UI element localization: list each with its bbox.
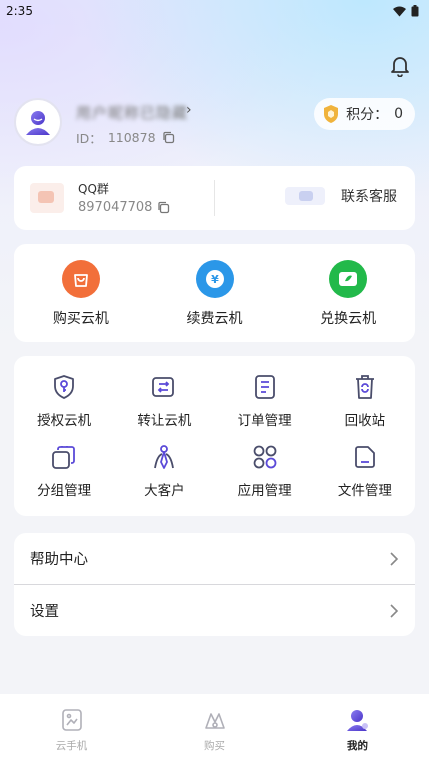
tab-purchase-label: 购买 [204, 740, 225, 752]
order-management-button[interactable]: 订单管理 [215, 366, 315, 436]
apps-grid-icon [251, 443, 279, 471]
user-id-row: ID： 110878 [76, 128, 175, 147]
points-badge[interactable]: 积分： 0 [314, 98, 415, 130]
renew-cloud-phone-label: 续费云机 [186, 311, 243, 327]
help-center-label: 帮助中心 [30, 552, 88, 568]
group-management-button[interactable]: 分组管理 [14, 436, 114, 506]
wifi-icon [393, 6, 406, 16]
avatar[interactable] [14, 98, 62, 146]
qq-group-icon [30, 182, 64, 213]
battery-icon [411, 5, 419, 17]
shopping-bag-icon [61, 260, 100, 298]
tab-cloud-phone-label: 云手机 [55, 740, 88, 752]
order-list-icon [251, 373, 279, 401]
file-management-button[interactable]: 文件管理 [315, 436, 415, 506]
points-value: 0 [394, 106, 403, 122]
exchange-cloud-phone-label: 兑换云机 [320, 311, 377, 327]
status-time: 2:35 [6, 4, 33, 18]
app-management-button[interactable]: 应用管理 [215, 436, 315, 506]
settings-row[interactable]: 设置 [14, 585, 415, 636]
chevron-right-icon [390, 603, 399, 618]
tab-profile-label: 我的 [347, 740, 368, 752]
contact-divider [214, 180, 215, 216]
buy-cloud-phone-button[interactable]: 购买云机 [14, 244, 148, 342]
tools-card: 授权云机 转让云机 订单管理 回收站 分组管理 大客户 应用管理 文件管理 [14, 356, 415, 516]
group-stack-icon [50, 443, 78, 471]
customer-service-button[interactable]: 联系客服 [285, 186, 397, 206]
settings-label: 设置 [30, 604, 59, 620]
notification-bell-icon[interactable] [388, 54, 412, 78]
points-label: 积分： [346, 107, 389, 123]
svg-text:¥: ¥ [211, 273, 219, 286]
cloud-phone-icon [61, 709, 82, 731]
order-management-label: 订单管理 [237, 413, 292, 429]
renew-cloud-phone-button[interactable]: ¥ 续费云机 [148, 244, 282, 342]
group-management-label: 分组管理 [37, 483, 92, 499]
exchange-ticket-icon [329, 260, 368, 298]
tab-purchase[interactable]: 购买 [143, 694, 286, 764]
buy-cloud-phone-label: 购买云机 [52, 311, 109, 327]
file-management-label: 文件管理 [337, 483, 392, 499]
avatar-icon [26, 111, 50, 135]
recycle-bin-label: 回收站 [344, 413, 386, 429]
authorize-label: 授权云机 [37, 413, 92, 429]
transfer-label: 转让云机 [137, 413, 192, 429]
copy-id-icon[interactable] [162, 131, 175, 144]
status-bar: 2:35 [0, 0, 429, 22]
user-id-value: 110878 [107, 130, 156, 145]
purchase-icon [204, 713, 225, 729]
qq-group-title: QQ群 [78, 182, 109, 196]
points-shield-icon [324, 105, 339, 123]
vip-customer-label: 大客户 [144, 483, 185, 499]
recycle-bin-icon [351, 373, 379, 401]
bottom-tab-bar: 云手机 购买 我的 [0, 694, 429, 764]
user-id-label: ID： [76, 131, 102, 146]
copy-qq-icon[interactable] [157, 201, 170, 214]
contact-card: QQ群 897047708 联系客服 [14, 166, 415, 230]
file-icon [351, 443, 379, 471]
tab-profile[interactable]: 我的 [286, 694, 429, 764]
username[interactable]: 用户昵称已隐藏 [76, 102, 188, 123]
menu-card: 帮助中心 设置 [14, 533, 415, 636]
vip-customer-icon [150, 443, 178, 471]
key-shield-icon [50, 373, 78, 401]
tab-cloud-phone[interactable]: 云手机 [0, 694, 143, 764]
customer-service-label: 联系客服 [341, 189, 397, 205]
qq-group-block[interactable]: QQ群 897047708 [30, 180, 170, 215]
transfer-cloud-phone-button[interactable]: 转让云机 [114, 366, 214, 436]
authorize-cloud-phone-button[interactable]: 授权云机 [14, 366, 114, 436]
exchange-cloud-phone-button[interactable]: 兑换云机 [281, 244, 415, 342]
customer-service-icon [285, 187, 325, 205]
transfer-icon [150, 373, 178, 401]
help-center-row[interactable]: 帮助中心 [14, 533, 415, 584]
buy-actions-card: 购买云机 ¥ 续费云机 兑换云机 [14, 244, 415, 342]
recycle-bin-button[interactable]: 回收站 [315, 366, 415, 436]
yen-coin-icon: ¥ [195, 260, 234, 298]
profile-chevron-icon[interactable]: › [186, 102, 192, 118]
profile-header: 用户昵称已隐藏 › ID： 110878 积分： 0 [14, 98, 415, 150]
qq-group-number-row: 897047708 [78, 200, 170, 215]
chevron-right-icon [390, 551, 399, 566]
app-management-label: 应用管理 [237, 483, 292, 499]
vip-customer-button[interactable]: 大客户 [114, 436, 214, 506]
status-icons [393, 5, 419, 17]
qq-group-number: 897047708 [78, 200, 153, 215]
profile-icon [346, 710, 368, 731]
